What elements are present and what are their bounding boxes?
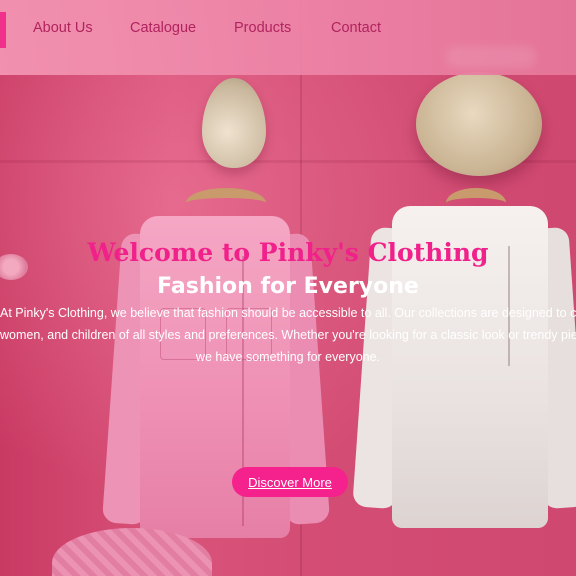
nav-link-about-us[interactable]: About Us [33,20,93,36]
hero-description-line: we have something for everyone. [195,350,381,364]
hero-description-line: women, and children of all styles and pr… [0,328,576,342]
nav-link-catalogue[interactable]: Catalogue [130,20,196,36]
hero-description: At Pinky's Clothing, we believe that fas… [0,306,576,398]
nav-accent-bar [0,12,6,48]
hanger-left [186,188,266,218]
top-navbar: About Us Catalogue Products Contact [0,0,576,75]
nav-blur-area [446,46,536,68]
hero-title: Welcome to Pinky's Clothing [87,238,489,267]
hat-image-left [202,78,266,168]
hat-image-right [416,72,542,176]
hero-subtitle: Fashion for Everyone [157,274,419,299]
discover-more-button[interactable]: Discover More [232,467,348,497]
nav-link-contact[interactable]: Contact [331,20,381,36]
nav-link-products[interactable]: Products [234,20,291,36]
hero-description-line: At Pinky's Clothing, we believe that fas… [0,306,576,320]
